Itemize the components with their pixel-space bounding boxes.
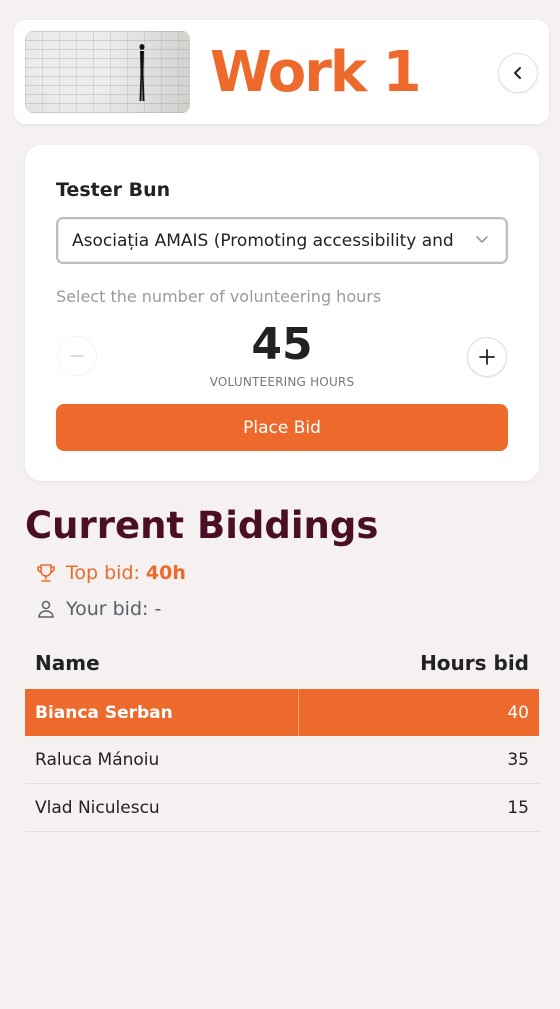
increase-hours-button[interactable] [467, 337, 507, 377]
column-divider [298, 689, 299, 736]
table-row: Bianca Serban 40 [25, 689, 539, 736]
hours-unit-label: VOLUNTEERING HOURS [209, 375, 355, 389]
chevron-left-icon [514, 67, 521, 79]
user-name: Tester Bun [56, 179, 171, 201]
plus-icon [479, 349, 495, 365]
biddings-table: Name Hours bid Bianca Serban 40 Raluca M… [25, 637, 539, 832]
organization-select[interactable]: Asociația AMAIS (Promoting accessibility… [56, 217, 508, 264]
your-bid-row: Your bid: - [35, 598, 161, 620]
table-header: Name Hours bid [25, 637, 539, 689]
user-icon [35, 598, 57, 620]
top-bid-label: Top bid: [66, 562, 140, 584]
bid-form-card: Tester Bun Asociația AMAIS (Promoting ac… [25, 145, 539, 481]
table-row: Raluca Mánoiu 35 [25, 736, 539, 784]
your-bid-label: Your bid: - [66, 598, 162, 620]
table-row: Vlad Niculescu 15 [25, 784, 539, 832]
organization-select-value: Asociația AMAIS (Promoting accessibility… [72, 230, 458, 251]
column-header-name: Name [35, 651, 100, 675]
bid-hours: 35 [507, 749, 529, 770]
column-header-hours: Hours bid [420, 651, 529, 675]
section-title: Current Biddings [25, 504, 379, 547]
artwork-thumbnail [25, 31, 190, 113]
hours-value: 45 [251, 319, 313, 370]
bid-hours: 15 [507, 797, 529, 818]
top-bid-value: 40h [145, 562, 186, 584]
trophy-icon [35, 562, 57, 584]
chevron-down-icon [476, 236, 488, 243]
standing-figure-icon [139, 44, 145, 101]
hours-prompt: Select the number of volunteering hours [56, 287, 382, 306]
page-title: Work 1 [210, 40, 422, 105]
bid-hours: 40 [507, 702, 529, 723]
back-button[interactable] [498, 53, 538, 93]
place-bid-button[interactable]: Place Bid [56, 404, 508, 451]
bidder-name: Raluca Mánoiu [35, 749, 160, 770]
header-card: Work 1 [14, 20, 549, 124]
bidder-name: Bianca Serban [35, 702, 173, 723]
bidder-name: Vlad Niculescu [35, 797, 160, 818]
top-bid-row: Top bid: 40h [35, 562, 186, 584]
